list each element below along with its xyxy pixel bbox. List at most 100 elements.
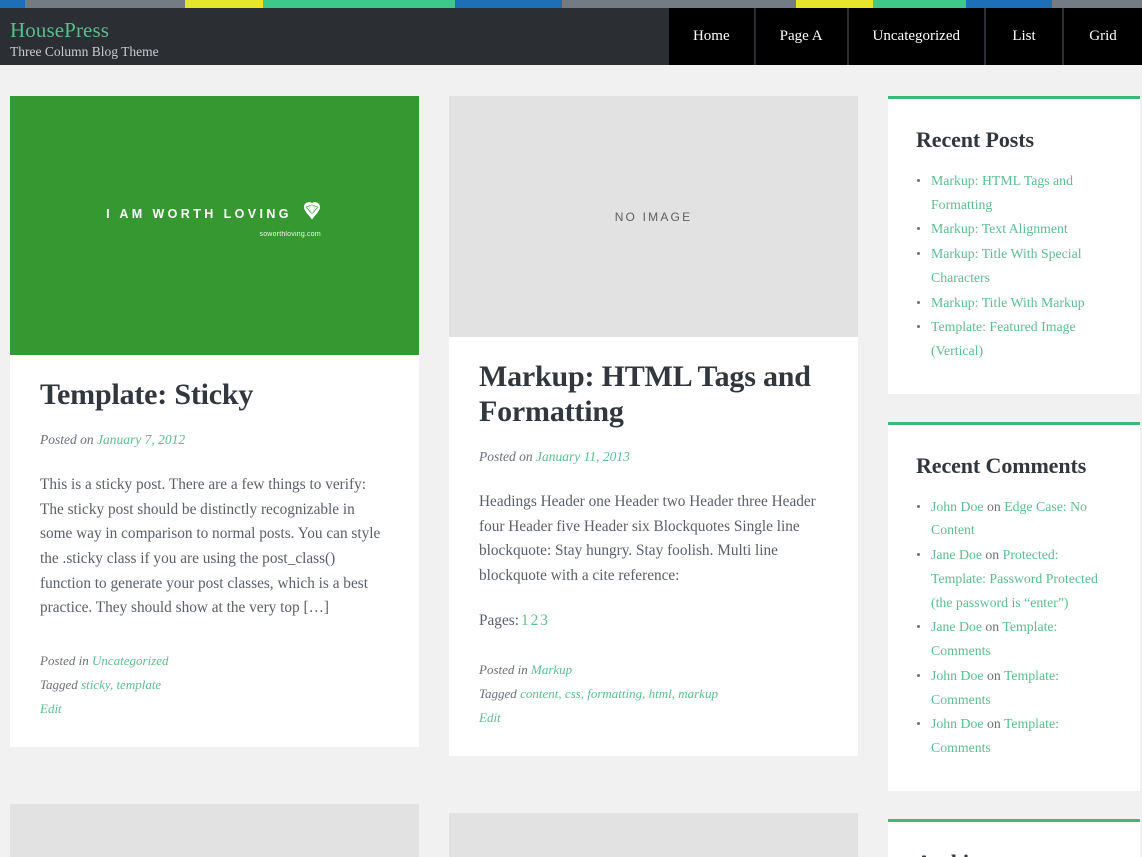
featured-image-text: I AM WORTH LOVING xyxy=(106,207,292,221)
top-color-strip xyxy=(0,0,1142,8)
widget-list-item: Markup: Text Alignment xyxy=(916,217,1112,241)
featured-image-placeholder[interactable]: NO IMAGE xyxy=(449,96,858,337)
top-strip-segment-3 xyxy=(263,0,455,8)
top-strip-segment-4 xyxy=(455,0,563,8)
top-strip-segment-0 xyxy=(0,0,25,8)
post-title[interactable]: Template: Sticky xyxy=(40,377,389,412)
widget-list-item: John Doe on Template: Comments xyxy=(916,664,1112,711)
diamond-heart-icon xyxy=(301,202,323,227)
widget-list-item: Template: Featured Image (Vertical) xyxy=(916,315,1112,362)
post-edit-link[interactable]: Edit xyxy=(479,710,501,725)
widget-list: John Doe on Edge Case: No Content Jane Do… xyxy=(916,495,1112,760)
top-strip-segment-1 xyxy=(25,0,185,8)
page-layout: I AM WORTH LOVING soworthloving.com Temp… xyxy=(0,65,1142,857)
featured-image-placeholder[interactable] xyxy=(449,813,858,857)
post-category-link[interactable]: Uncategorized xyxy=(92,653,169,668)
post-edit-link[interactable]: Edit xyxy=(40,701,62,716)
post-tags-links[interactable]: content, css, formatting, html, markup xyxy=(520,686,718,701)
page-link-1[interactable]: 1 xyxy=(521,612,529,629)
nav-item-home[interactable]: Home xyxy=(667,8,756,65)
posted-on-label: Posted on xyxy=(479,449,533,464)
comment-connector: on xyxy=(984,499,1005,514)
comment-author-link[interactable]: John Doe xyxy=(931,499,984,514)
post-card-next xyxy=(449,813,858,857)
posted-in-label: Posted in xyxy=(40,653,89,668)
widget-list-item: Jane Doe on Template: Comments xyxy=(916,615,1112,662)
post-tags-row: Tagged sticky, template xyxy=(40,673,389,697)
content-column-left: I AM WORTH LOVING soworthloving.com Temp… xyxy=(10,96,419,857)
post-footer: Posted in Markup Tagged content, css, fo… xyxy=(479,658,828,730)
post-date-link[interactable]: January 11, 2013 xyxy=(536,449,630,464)
content-column-right: NO IMAGE Markup: HTML Tags and Formattin… xyxy=(449,96,858,857)
widget-link[interactable]: Markup: HTML Tags and Formatting xyxy=(931,173,1073,212)
featured-image-artwork: I AM WORTH LOVING soworthloving.com xyxy=(106,202,323,238)
post-title[interactable]: Markup: HTML Tags and Formatting xyxy=(479,359,828,429)
posted-on-label: Posted on xyxy=(40,432,94,447)
site-header: HousePress Three Column Blog Theme HomeP… xyxy=(0,8,1142,65)
post-date-meta: Posted on January 11, 2013 xyxy=(479,449,828,465)
comment-connector: on xyxy=(982,547,1003,562)
widget-list: Markup: HTML Tags and Formatting Markup: … xyxy=(916,169,1112,363)
widget-title: Recent Posts xyxy=(916,127,1112,153)
post-tags-row: Tagged content, css, formatting, html, m… xyxy=(479,682,828,706)
comment-author-link[interactable]: John Doe xyxy=(931,716,984,731)
top-strip-segment-8 xyxy=(966,0,1052,8)
top-strip-segment-7 xyxy=(873,0,966,8)
top-strip-segment-9 xyxy=(1052,0,1142,8)
tagged-label: Tagged xyxy=(40,677,78,692)
site-title[interactable]: HousePress xyxy=(10,19,159,43)
pages-label: Pages: xyxy=(479,612,519,629)
top-strip-segment-5 xyxy=(562,0,796,8)
widget-list-item: Markup: Title With Markup xyxy=(916,291,1112,315)
post-date-link[interactable]: January 7, 2012 xyxy=(97,432,185,447)
widget-recent-comments: Recent Comments John Doe on Edge Case: No… xyxy=(888,422,1140,791)
post-excerpt: Headings Header one Header two Header th… xyxy=(479,490,828,589)
featured-image-tagline: I AM WORTH LOVING xyxy=(106,202,323,227)
nav-item-uncategorized[interactable]: Uncategorized xyxy=(849,8,986,65)
nav-item-page-a[interactable]: Page A xyxy=(756,8,849,65)
widget-link[interactable]: Markup: Title With Special Characters xyxy=(931,246,1082,285)
tagged-label: Tagged xyxy=(479,686,517,701)
post-date-meta: Posted on January 7, 2012 xyxy=(40,432,389,448)
nav-item-grid[interactable]: Grid xyxy=(1064,8,1142,65)
comment-author-link[interactable]: John Doe xyxy=(931,668,984,683)
comment-author-link[interactable]: Jane Doe xyxy=(931,547,982,562)
page-link-3[interactable]: 3 xyxy=(540,612,548,629)
branding: HousePress Three Column Blog Theme xyxy=(0,8,159,65)
sidebar: Recent Posts Markup: HTML Tags and Format… xyxy=(888,96,1140,857)
main-navigation: HomePage AUncategorizedListGrid xyxy=(667,8,1142,65)
site-description: Three Column Blog Theme xyxy=(10,43,159,61)
widget-title: Archives xyxy=(916,850,1112,857)
post-card-next xyxy=(10,804,419,857)
post-excerpt: This is a sticky post. There are a few t… xyxy=(40,473,389,621)
widget-link[interactable]: Markup: Title With Markup xyxy=(931,295,1085,310)
featured-image-placeholder[interactable] xyxy=(10,804,419,857)
widget-list-item: John Doe on Template: Comments xyxy=(916,712,1112,759)
comment-connector: on xyxy=(984,716,1004,731)
post-card: I AM WORTH LOVING soworthloving.com Temp… xyxy=(10,96,419,747)
page-link-2[interactable]: 2 xyxy=(531,612,539,629)
post-pagination: Pages:123 xyxy=(479,612,828,630)
post-category-row: Posted in Markup xyxy=(479,658,828,682)
nav-item-list[interactable]: List xyxy=(986,8,1064,65)
post-edit-row: Edit xyxy=(479,706,828,730)
post-tags-links[interactable]: sticky, template xyxy=(81,677,161,692)
top-strip-segment-6 xyxy=(796,0,874,8)
top-strip-segment-2 xyxy=(185,0,263,8)
widget-link[interactable]: Template: Featured Image (Vertical) xyxy=(931,319,1076,358)
post-footer: Posted in Uncategorized Tagged sticky, t… xyxy=(40,649,389,721)
post-edit-row: Edit xyxy=(40,697,389,721)
comment-author-link[interactable]: Jane Doe xyxy=(931,619,982,634)
widget-recent-posts: Recent Posts Markup: HTML Tags and Format… xyxy=(888,96,1140,394)
post-category-link[interactable]: Markup xyxy=(531,662,572,677)
posted-in-label: Posted in xyxy=(479,662,528,677)
widget-list-item: Markup: Title With Special Characters xyxy=(916,242,1112,289)
post-card: NO IMAGE Markup: HTML Tags and Formattin… xyxy=(449,96,858,756)
comment-connector: on xyxy=(984,668,1004,683)
widget-archives: ArchivesJanuary 2013March 2012January 20… xyxy=(888,819,1140,857)
post-category-row: Posted in Uncategorized xyxy=(40,649,389,673)
featured-image[interactable]: I AM WORTH LOVING soworthloving.com xyxy=(10,96,419,355)
widget-link[interactable]: Markup: Text Alignment xyxy=(931,221,1068,236)
widget-list-item: John Doe on Edge Case: No Content xyxy=(916,495,1112,542)
widget-title: Recent Comments xyxy=(916,453,1112,479)
